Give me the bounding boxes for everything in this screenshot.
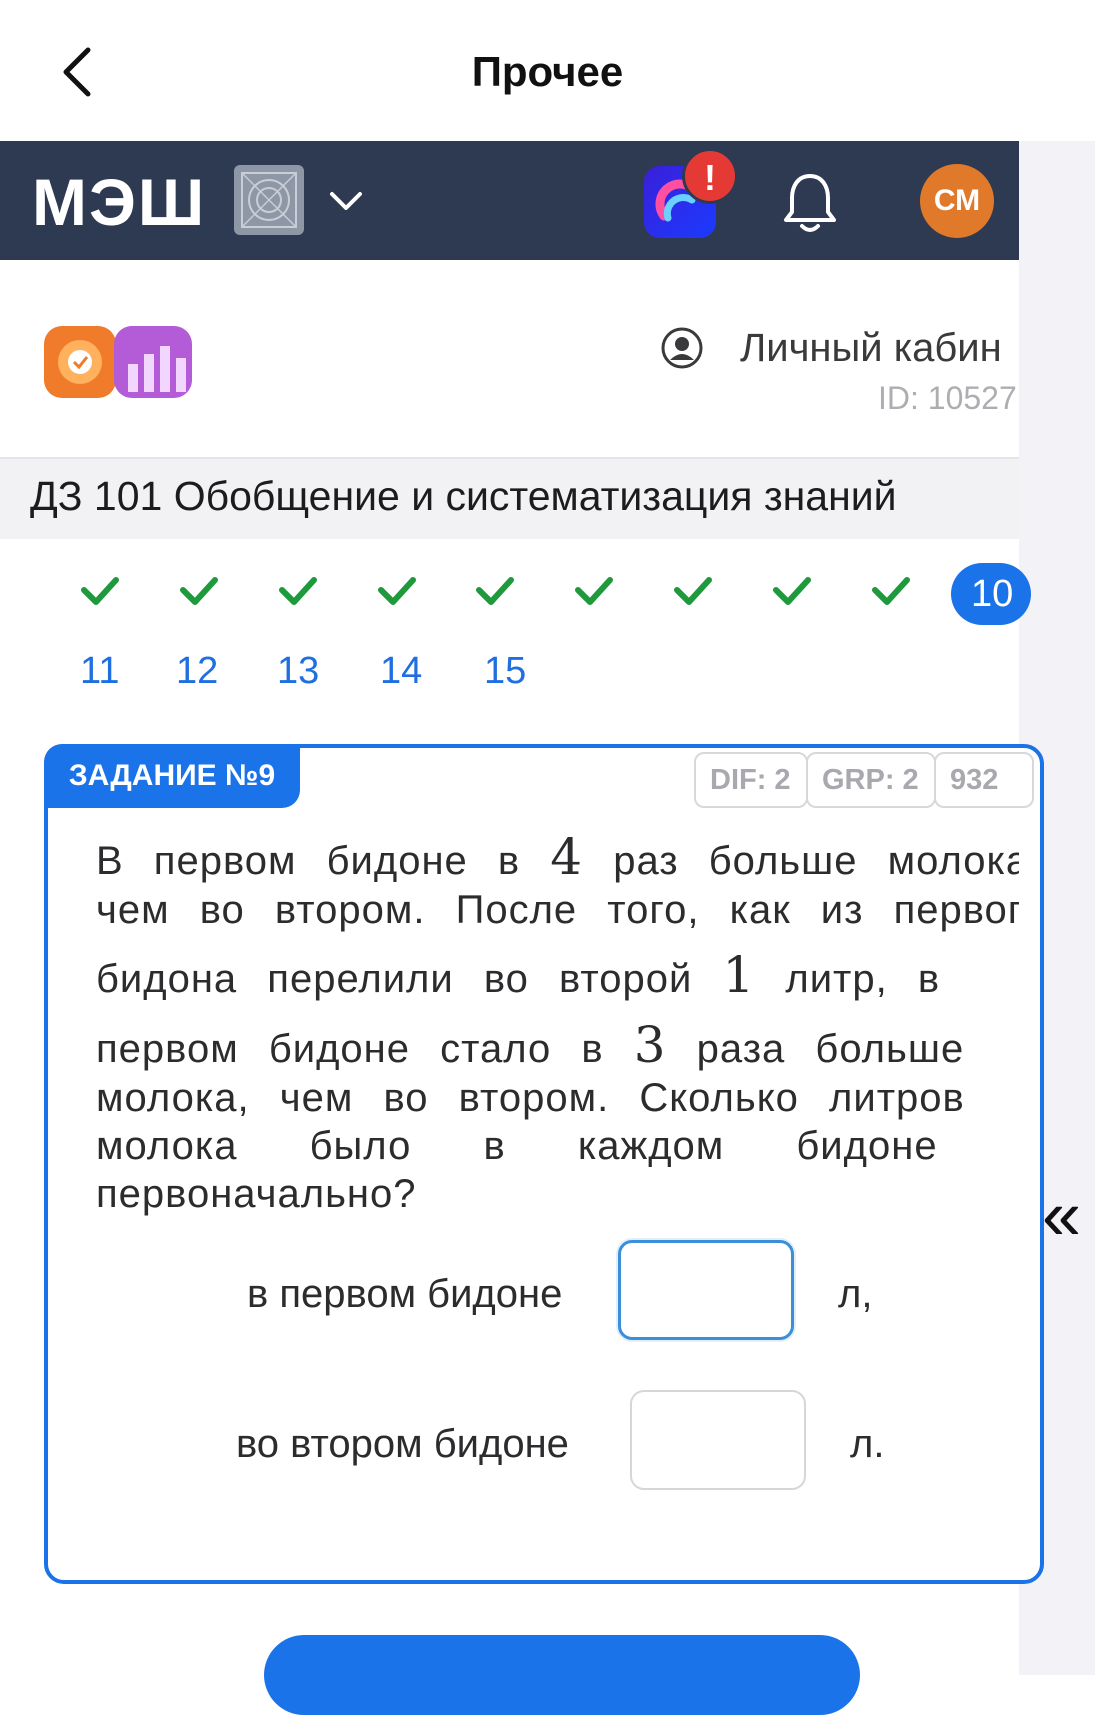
unit-label-second: л.	[850, 1422, 885, 1466]
assignment-title: ДЗ 101 Обобщение и систематизация знаний	[30, 473, 897, 519]
problem-line: В первом бидоне в 4 раз больше молока	[96, 828, 1019, 886]
task-done-check-icon[interactable]	[268, 560, 328, 620]
task-done-check-icon[interactable]	[663, 560, 723, 620]
problem-line: бидона перелили во второй 1 литр, в	[96, 946, 941, 1004]
difficulty-badge: DIF: 2	[694, 752, 808, 808]
task-number-tab: ЗАДАНИЕ №9	[44, 744, 300, 808]
page-title: Прочее	[471, 48, 624, 95]
collapse-panel-icon[interactable]: «	[1042, 1180, 1081, 1250]
task-link[interactable]: 13	[277, 650, 319, 693]
problem-line: молока было в каждом бидоне	[96, 1124, 938, 1168]
answer-input-first[interactable]	[618, 1240, 794, 1340]
problem-line: первом бидоне стало в 3 раза больше	[96, 1016, 965, 1074]
task-link[interactable]: 11	[80, 650, 119, 693]
personal-cabinet-label: Личный кабин	[740, 326, 1002, 370]
group-badge: GRP: 2	[806, 752, 936, 808]
task-done-check-icon[interactable]	[564, 560, 624, 620]
user-circle-icon	[661, 327, 703, 369]
user-id: ID: 10527	[878, 380, 1017, 416]
school-emblem-icon	[234, 165, 304, 235]
answer-label-first: в первом бидоне	[247, 1272, 563, 1316]
task-done-check-icon[interactable]	[70, 560, 130, 620]
task-link[interactable]: 14	[380, 650, 422, 693]
submit-button[interactable]	[264, 1635, 860, 1715]
problem-line: чем во втором. После того, как из первог…	[96, 888, 1019, 932]
top-app-bar: Прочее	[0, 0, 1095, 141]
answer-label-second: во втором бидоне	[236, 1422, 569, 1466]
task-current[interactable]: 10	[951, 563, 1031, 625]
task-done-check-icon[interactable]	[762, 560, 822, 620]
app-shortcuts	[44, 324, 194, 400]
problem-line: первоначально?	[96, 1172, 417, 1216]
task-done-check-icon[interactable]	[367, 560, 427, 620]
user-avatar[interactable]: СМ	[920, 164, 994, 238]
unit-label-first: л,	[838, 1272, 873, 1316]
chevron-down-icon[interactable]	[326, 186, 366, 216]
alert-badge: !	[682, 148, 738, 204]
task-link[interactable]: 12	[176, 650, 218, 693]
assignment-title-bar: ДЗ 101 Обобщение и систематизация знаний	[0, 457, 1019, 539]
bell-icon[interactable]	[780, 168, 840, 236]
answer-input-second[interactable]	[630, 1390, 806, 1490]
problem-text: В первом бидоне в 4 раз больше молока че…	[96, 828, 1019, 1228]
task-link[interactable]: 15	[484, 650, 526, 693]
task-done-check-icon[interactable]	[465, 560, 525, 620]
task-code-badge: 932	[934, 752, 1034, 808]
mesh-logo[interactable]: МЭШ	[32, 169, 206, 235]
mesh-header: МЭШ	[0, 141, 1019, 260]
problem-line: молока, чем во втором. Сколько литров	[96, 1076, 965, 1120]
task-done-check-icon[interactable]	[169, 560, 229, 620]
task-done-check-icon[interactable]	[861, 560, 921, 620]
